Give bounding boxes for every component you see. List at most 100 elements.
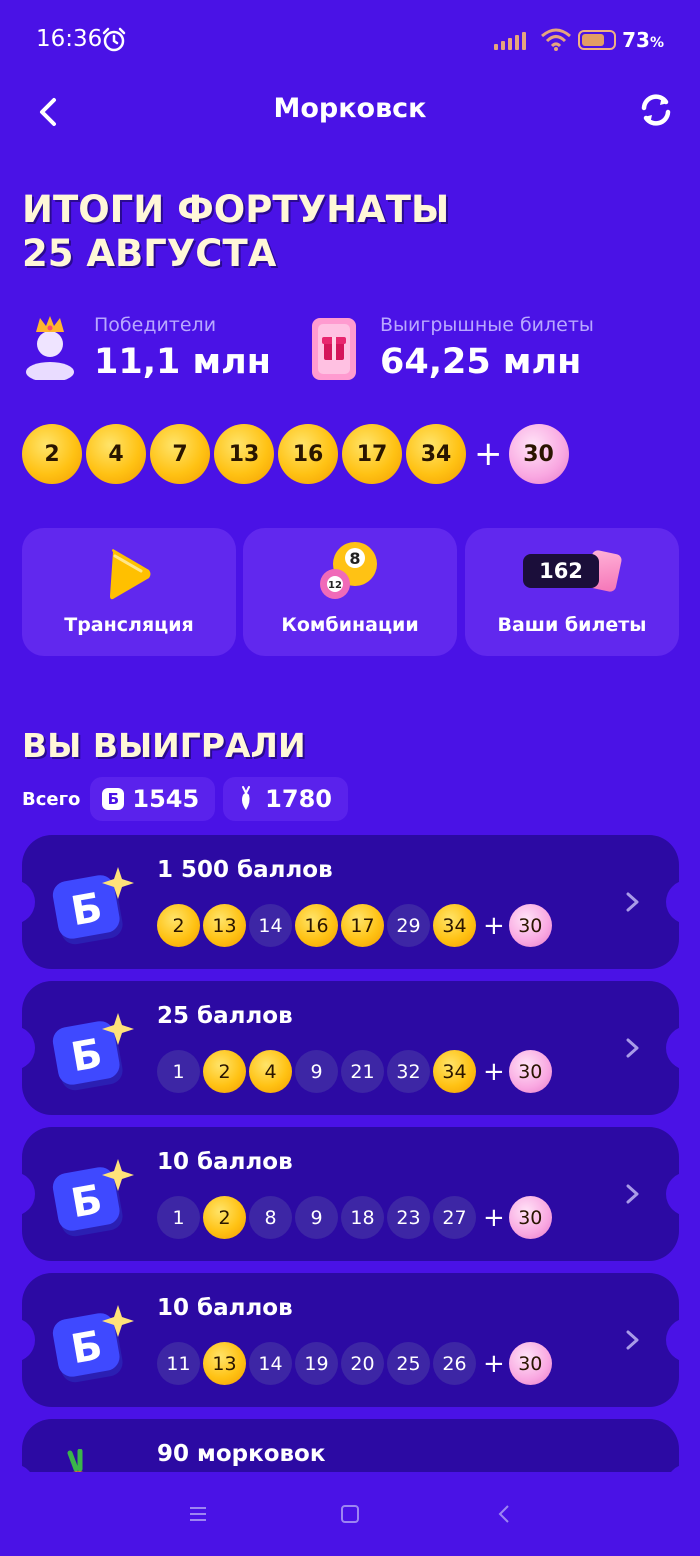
signal-icon	[494, 30, 527, 50]
tickets-count: 162	[523, 554, 599, 588]
combinations-label: Комбинации	[281, 614, 419, 636]
prize-title: 1 500 баллов	[157, 857, 333, 883]
ticket-numbers: 11 13 14 19 20 25 26 +30	[157, 1342, 555, 1385]
ticket-notch	[22, 1172, 35, 1216]
refresh-icon[interactable]	[636, 90, 676, 130]
ticket-numbers: 2 13 14 16 17 29 34 +30	[157, 904, 555, 947]
matched-ball: 2	[203, 1196, 246, 1239]
points-b-icon: Б	[52, 1013, 134, 1091]
ticket-ball: 26	[433, 1342, 476, 1385]
lottery-balls-icon: 8 12	[320, 542, 377, 599]
matched-ball: 2	[157, 904, 200, 947]
carrots-total: 1780	[265, 785, 332, 813]
status-right: 73%	[494, 28, 664, 52]
plus-sign: +	[483, 910, 505, 941]
ticket-ball: 14	[249, 1342, 292, 1385]
ticket-ball: 32	[387, 1050, 430, 1093]
ticket-notch	[666, 1318, 679, 1362]
winning-tickets-label: Выигрышные билеты	[380, 314, 594, 336]
points-b-icon: Б	[52, 867, 134, 945]
results-title: ИТОГИ ФОРТУНАТЫ 25 АВГУСТА	[22, 188, 449, 276]
drawn-ball: 4	[86, 424, 146, 484]
ticket-ball: 1	[157, 1196, 200, 1239]
chevron-right-icon	[626, 892, 639, 912]
drawn-ball: 2	[22, 424, 82, 484]
actions: Трансляция 8 12 Комбинации 162 Ваши биле…	[22, 528, 679, 656]
prize-card[interactable]: Б 1 500 баллов 2 13 14 16 17 29 34 +30	[22, 835, 679, 969]
total-row: Всего Б 1545 1780	[22, 777, 356, 821]
your-tickets-button[interactable]: 162 Ваши билеты	[465, 528, 679, 656]
matched-ball: 34	[433, 904, 476, 947]
ticket-ball: 21	[341, 1050, 384, 1093]
prize-card[interactable]: Б 10 баллов 11 13 14 19 20 25 26 +30	[22, 1273, 679, 1407]
play-icon	[110, 549, 151, 600]
bonus-ball: 30	[508, 904, 552, 947]
prize-title: 10 баллов	[157, 1149, 293, 1175]
nav-back-icon[interactable]	[496, 1504, 512, 1524]
battery-icon	[578, 30, 617, 50]
wifi-icon	[541, 28, 572, 51]
drawn-numbers: 2 4 7 13 16 17 34 + 30	[22, 424, 573, 484]
ticket-notch	[666, 880, 679, 924]
alarm-icon	[102, 27, 126, 52]
chevron-right-icon	[626, 1330, 639, 1350]
ticket-ball: 14	[249, 904, 292, 947]
prize-title: 10 баллов	[157, 1295, 293, 1321]
prize-title: 25 баллов	[157, 1003, 293, 1029]
combinations-button[interactable]: 8 12 Комбинации	[243, 528, 457, 656]
plus-sign: +	[483, 1348, 505, 1379]
menu-icon[interactable]	[188, 1506, 208, 1522]
home-icon[interactable]	[341, 1505, 359, 1523]
matched-ball: 4	[249, 1050, 292, 1093]
drawn-ball: 13	[214, 424, 274, 484]
carrot-icon	[242, 786, 251, 810]
matched-ball: 2	[203, 1050, 246, 1093]
results-title-line2: 25 АВГУСТА	[22, 232, 277, 275]
you-won-title: ВЫ ВЫИГРАЛИ	[22, 726, 306, 765]
matched-ball: 13	[203, 1342, 246, 1385]
status-time: 16:36	[36, 26, 103, 52]
matched-ball: 13	[203, 904, 246, 947]
prize-card[interactable]: 90 морковок	[22, 1419, 679, 1472]
total-label: Всего	[22, 788, 81, 810]
svg-text:8: 8	[349, 549, 360, 568]
winners-label: Победители	[94, 314, 217, 336]
ticket-notch	[22, 1026, 35, 1070]
ticket-notch	[666, 1026, 679, 1070]
ticket-numbers: 1 2 4 9 21 32 34 +30	[157, 1050, 555, 1093]
ticket-ball: 11	[157, 1342, 200, 1385]
bonus-ball: 30	[508, 1342, 552, 1385]
prize-card[interactable]: Б 10 баллов 1 2 8 9 18 23 27 +30	[22, 1127, 679, 1261]
ticket-ball: 29	[387, 904, 430, 947]
matched-ball: 17	[341, 904, 384, 947]
plus-sign: +	[474, 434, 503, 474]
prize-card[interactable]: Б 25 баллов 1 2 4 9 21 32 34 +30	[22, 981, 679, 1115]
your-tickets-label: Ваши билеты	[497, 614, 647, 636]
ticket-ball: 27	[433, 1196, 476, 1239]
prize-list: Б1 500 баллов 2 13 14 16 17 29 34 +30 Б 25 баллов 1…	[22, 835, 679, 1472]
points-b-icon: Б	[52, 1305, 134, 1383]
drawn-ball: 16	[278, 424, 338, 484]
ticket-ball: 20	[341, 1342, 384, 1385]
crown-person-icon	[26, 316, 74, 380]
chevron-right-icon	[626, 1038, 639, 1058]
drawn-ball: 7	[150, 424, 210, 484]
broadcast-button[interactable]: Трансляция	[22, 528, 236, 656]
carrot-icon	[67, 1449, 84, 1472]
ticket-ball: 9	[295, 1050, 338, 1093]
plus-sign: +	[483, 1056, 505, 1087]
carrots-total-chip: 1780	[223, 777, 348, 821]
header: Морковск	[0, 80, 700, 140]
svg-text:12: 12	[328, 580, 342, 591]
ticket-ball: 23	[387, 1196, 430, 1239]
ticket-numbers: 1 2 8 9 18 23 27 +30	[157, 1196, 555, 1239]
winning-tickets-value: 64,25 млн	[380, 342, 582, 382]
ticket-ball: 8	[249, 1196, 292, 1239]
status-bar: 16:36 73%	[0, 0, 700, 80]
ticket-ball: 18	[341, 1196, 384, 1239]
points-total-chip: Б 1545	[90, 777, 216, 821]
points-total: 1545	[132, 785, 200, 813]
points-b-icon: Б	[52, 1159, 134, 1237]
ticket-ball: 25	[387, 1342, 430, 1385]
matched-ball: 34	[433, 1050, 476, 1093]
